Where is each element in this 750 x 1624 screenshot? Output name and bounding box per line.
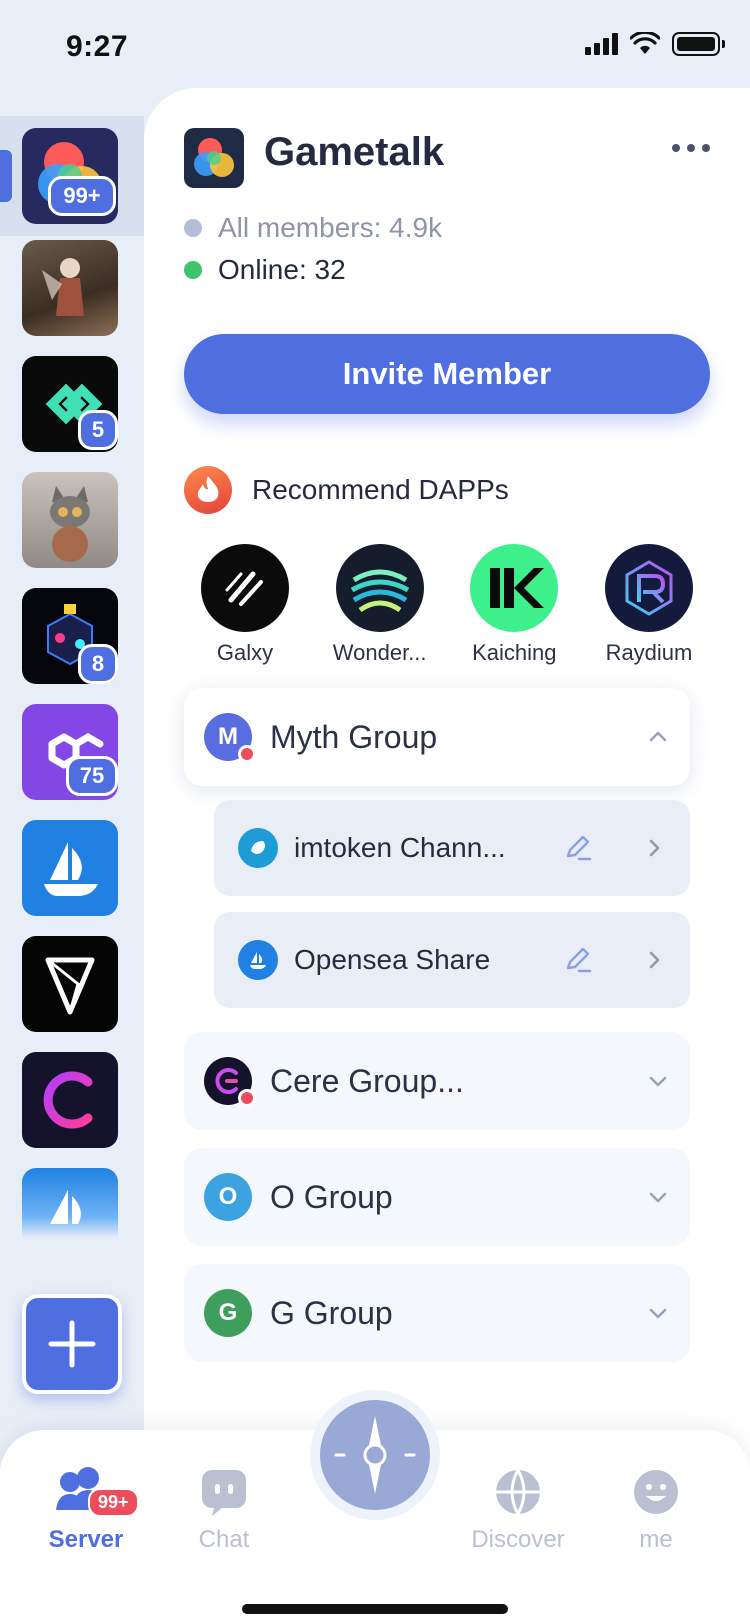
home-indicator	[242, 1604, 508, 1614]
imtoken-icon	[238, 828, 278, 868]
guild-title: Gametalk	[264, 130, 445, 174]
dapp-label: Raydium	[605, 640, 693, 665]
chevron-down-icon	[649, 1076, 667, 1087]
chat-bubble-icon	[202, 1470, 246, 1516]
dapp-galxy[interactable]: Galxy	[184, 544, 306, 666]
tab-label: Discover	[471, 1526, 565, 1553]
wifi-icon	[630, 32, 660, 54]
opensea-logo-icon	[44, 842, 98, 896]
galxy-icon	[201, 544, 289, 632]
server-badge: 99+	[48, 176, 116, 216]
chevron-down-icon	[649, 1192, 667, 1203]
recommend-dapps-title: Recommend DAPPs	[252, 474, 509, 505]
all-members-stat: All members: 4.9k	[184, 212, 442, 244]
more-options-button[interactable]	[672, 144, 710, 152]
group-avatar	[204, 1057, 256, 1107]
unread-dot	[238, 1089, 256, 1107]
server-detail-panel: Gametalk All members: 4.9k Online: 32 In…	[144, 88, 750, 1488]
active-server-indicator	[0, 150, 12, 202]
plus-icon	[48, 1320, 96, 1368]
offline-dot-icon	[184, 219, 202, 237]
group-avatar: M	[204, 713, 256, 763]
guild-logo	[184, 128, 244, 188]
group-g[interactable]: G G Group	[184, 1264, 690, 1362]
compass-icon	[320, 1400, 430, 1510]
server-badge: 5	[78, 410, 118, 450]
tab-label: Server	[48, 1526, 124, 1553]
group-myth[interactable]: M Myth Group	[184, 688, 690, 786]
edit-pencil-icon[interactable]	[562, 944, 594, 976]
gametalk-logo-icon	[194, 138, 234, 177]
group-name: Myth Group	[270, 718, 438, 755]
online-label: Online: 32	[218, 254, 346, 285]
channel-name: Opensea Share	[294, 944, 491, 975]
recommend-dapps-header: Recommend DAPPs	[184, 466, 509, 514]
bottom-tab-bar: 99+ Server Chat Discover me	[0, 1390, 750, 1624]
tab-discover[interactable]: Discover	[458, 1466, 578, 1554]
group-avatar: G	[204, 1289, 252, 1337]
cere-logo-icon	[43, 1071, 93, 1129]
group-name: G Group	[270, 1294, 393, 1331]
warrior-image-icon	[42, 258, 84, 316]
chevron-right-icon	[649, 839, 660, 857]
all-members-label: All members: 4.9k	[218, 212, 443, 243]
add-server-button[interactable]	[22, 1294, 122, 1394]
channel-opensea-share[interactable]: Opensea Share	[214, 912, 690, 1008]
v-logo-icon	[45, 957, 95, 1015]
smiley-face-icon	[634, 1470, 678, 1514]
status-bar: 9:27	[0, 0, 750, 96]
chevron-right-icon	[649, 951, 660, 969]
kaiching-icon	[470, 544, 559, 632]
group-name: O Group	[270, 1178, 393, 1215]
wonder-icon	[335, 544, 424, 632]
group-avatar: O	[204, 1173, 252, 1221]
server-opensea[interactable]	[22, 820, 118, 916]
dapp-wonder[interactable]: Wonder...	[319, 544, 441, 666]
tab-server[interactable]: 99+ Server	[26, 1466, 146, 1554]
dapp-raydium[interactable]: Raydium	[588, 544, 710, 666]
server-cat[interactable]	[22, 472, 118, 568]
chevron-up-icon	[649, 731, 667, 742]
server-unread-badge: 99+	[88, 1488, 139, 1517]
channel-name: imtoken Chann...	[294, 832, 506, 863]
tab-me[interactable]: me	[596, 1466, 716, 1554]
group-cere[interactable]: Cere Group...	[184, 1032, 690, 1130]
server-cere[interactable]	[22, 1052, 118, 1148]
group-o[interactable]: O O Group	[184, 1148, 690, 1246]
opensea-logo-icon	[50, 1190, 81, 1224]
battery-icon	[672, 32, 725, 56]
globe-icon	[496, 1469, 540, 1515]
server-badge: 75	[66, 756, 118, 796]
server-v[interactable]	[22, 936, 118, 1032]
dapp-kaiching[interactable]: Kaiching	[453, 544, 575, 666]
group-name: Cere Group...	[270, 1062, 464, 1099]
dapp-label: Kaiching	[472, 640, 557, 665]
edit-pencil-icon[interactable]	[562, 832, 594, 864]
cat-image-icon	[50, 486, 90, 562]
server-badge: 8	[78, 644, 118, 684]
status-time: 9:27	[66, 30, 129, 63]
dapp-list: Galxy Wonder... Kaiching Raydium	[184, 544, 710, 666]
fire-icon	[184, 466, 232, 514]
dapp-label: Wonder...	[332, 640, 427, 665]
compass-button[interactable]	[310, 1390, 440, 1520]
server-fantasy-warrior[interactable]	[22, 240, 118, 336]
tab-label: me	[639, 1526, 673, 1553]
online-dot-icon	[184, 261, 202, 279]
channel-imtoken[interactable]: imtoken Chann...	[214, 800, 690, 896]
online-stat: Online: 32	[184, 254, 346, 286]
raydium-icon	[604, 544, 693, 632]
server-rail: 99+ 5 8 75	[0, 116, 144, 1436]
chevron-down-icon	[649, 1308, 667, 1319]
tab-chat[interactable]: Chat	[164, 1466, 284, 1554]
status-icons	[585, 32, 725, 56]
opensea-icon	[238, 940, 278, 980]
tab-label: Chat	[198, 1526, 250, 1553]
server-opensea-2[interactable]	[22, 1168, 118, 1238]
dapp-label: Galxy	[216, 640, 274, 665]
cellular-signal-icon	[585, 33, 618, 55]
unread-dot	[238, 745, 256, 763]
invite-member-button[interactable]: Invite Member	[184, 334, 710, 414]
